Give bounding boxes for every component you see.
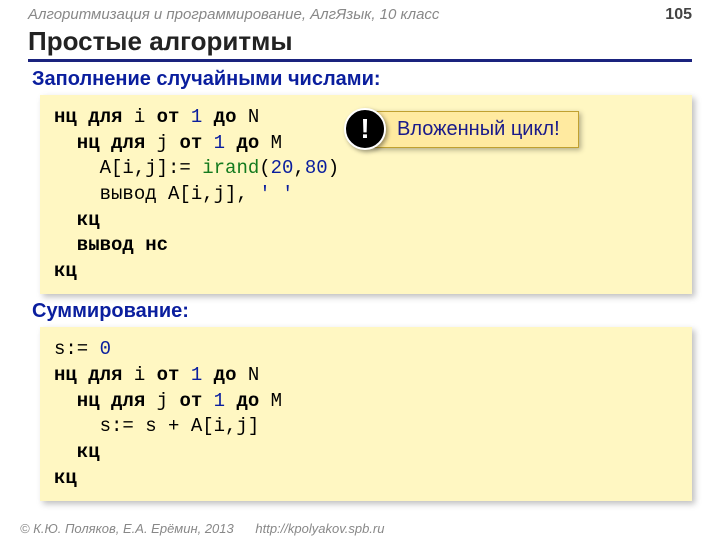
page-number: 105 <box>665 6 692 24</box>
slide-header: Алгоритмизация и программирование, АлгЯз… <box>0 0 720 26</box>
slide-footer: © К.Ю. Поляков, Е.А. Ерёмин, 2013 http:/… <box>20 521 384 536</box>
footer-url: http://kpolyakov.spb.ru <box>255 521 384 536</box>
section-sum-title: Суммирование: <box>32 300 720 323</box>
slide-title: Простые алгоритмы <box>28 26 692 62</box>
course-label: Алгоритмизация и программирование, АлгЯз… <box>28 6 439 24</box>
code-block-sum: s:= 0 нц для i от 1 до N нц для j от 1 д… <box>40 327 692 501</box>
callout-label: Вложенный цикл! <box>372 111 579 148</box>
exclamation-icon: ! <box>344 108 386 150</box>
callout-nested-loop: ! Вложенный цикл! <box>344 108 579 150</box>
copyright: © К.Ю. Поляков, Е.А. Ерёмин, 2013 <box>20 521 234 536</box>
section-fill-title: Заполнение случайными числами: <box>32 68 720 91</box>
